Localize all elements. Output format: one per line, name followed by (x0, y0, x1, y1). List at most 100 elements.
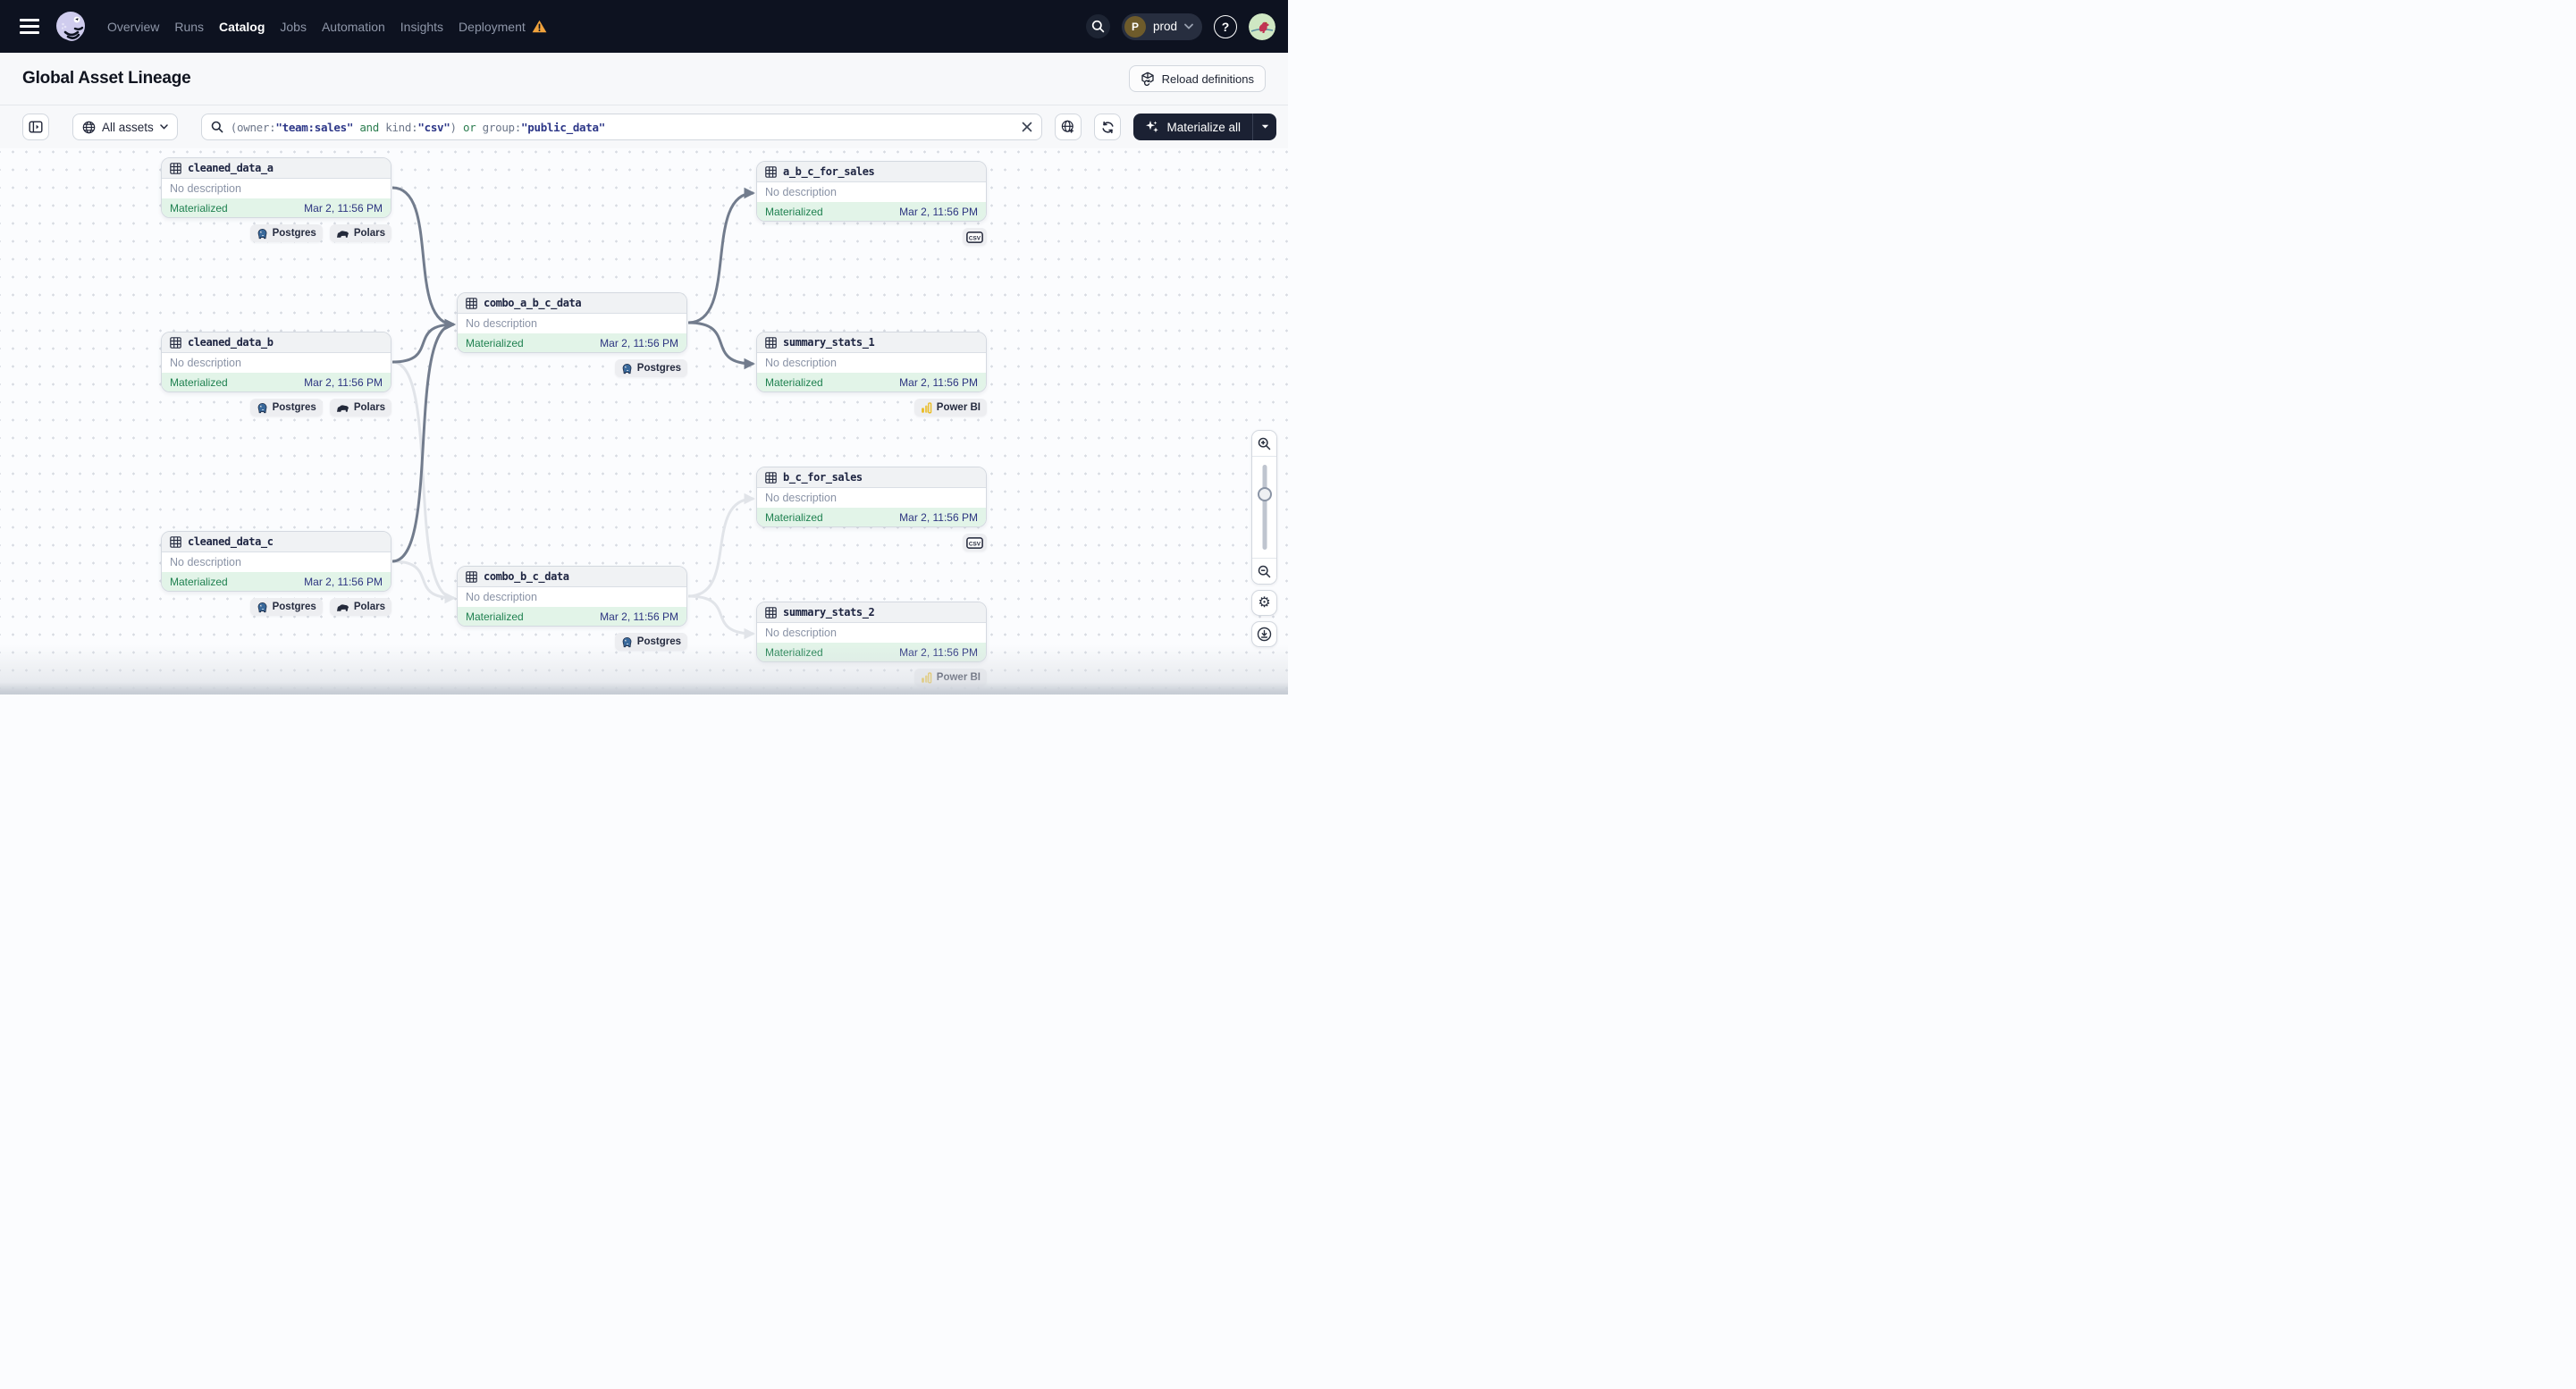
search-icon[interactable] (1085, 14, 1110, 38)
asset-node-footer: Materialized Mar 2, 11:56 PM (757, 372, 986, 391)
asset-node-header: cleaned_data_a (162, 158, 391, 179)
nav-item-catalog[interactable]: Catalog (219, 20, 265, 34)
asset-timestamp[interactable]: Mar 2, 11:56 PM (899, 511, 978, 524)
asset-node-footer: Materialized Mar 2, 11:56 PM (757, 507, 986, 526)
zoom-slider[interactable] (1252, 456, 1276, 559)
postgres-icon (621, 363, 633, 375)
share-filter-button[interactable] (1055, 114, 1082, 140)
zoom-out-button[interactable] (1252, 559, 1276, 584)
environment-initial: P (1124, 15, 1146, 38)
asset-name: cleaned_data_a (188, 162, 274, 174)
kind-tag-powerbi[interactable]: Power BI (913, 669, 987, 686)
asset-node-a_b_c_for_sales[interactable]: a_b_c_for_sales No description Materialize… (756, 161, 987, 222)
asset-node-body: No description (757, 623, 986, 643)
kind-tag-polars[interactable]: Polars (329, 224, 391, 242)
asset-node-header: b_c_for_sales (757, 467, 986, 488)
polars-icon (336, 403, 349, 413)
environment-switcher[interactable]: P prod (1121, 13, 1202, 40)
asset-node-cleaned_data_c[interactable]: cleaned_data_c No description Materialized… (161, 531, 391, 592)
query-segment: "team:sales" (275, 120, 354, 134)
sparkles-icon (1146, 121, 1159, 133)
asset-tags-combo_a_b_c_data: Postgres (457, 359, 687, 377)
nav-item-insights[interactable]: Insights (400, 20, 443, 34)
asset-timestamp[interactable]: Mar 2, 11:56 PM (600, 610, 678, 623)
csv-icon: CSV (966, 231, 983, 243)
asset-tags-a_b_c_for_sales: CSV (756, 228, 987, 246)
menu-icon[interactable] (20, 19, 39, 34)
asset-timestamp[interactable]: Mar 2, 11:56 PM (899, 206, 978, 218)
kind-tag-postgres[interactable]: Postgres (614, 633, 687, 651)
asset-node-body: No description (162, 552, 391, 572)
polars-icon (336, 229, 349, 239)
zoom-slider-handle[interactable] (1257, 487, 1272, 501)
nav-links: Overview Runs Catalog Jobs Automation Insight… (107, 20, 547, 34)
asset-timestamp[interactable]: Mar 2, 11:56 PM (304, 576, 383, 588)
asset-status: Materialized (170, 375, 228, 389)
zoom-in-button[interactable] (1252, 431, 1276, 456)
asset-tags-cleaned_data_a: Postgres Polars (161, 224, 391, 242)
asset-scope-dropdown[interactable]: All assets (72, 114, 178, 140)
nav-item-runs[interactable]: Runs (174, 20, 204, 34)
reload-definitions-button[interactable]: Reload definitions (1128, 65, 1266, 92)
asset-node-b_c_for_sales[interactable]: b_c_for_sales No description Materialized M… (756, 467, 987, 527)
kind-tag-csv[interactable]: CSV (963, 228, 987, 246)
asset-name: cleaned_data_b (188, 336, 274, 349)
asset-description: No description (170, 356, 241, 369)
asset-timestamp[interactable]: Mar 2, 11:56 PM (899, 646, 978, 659)
asset-description: No description (466, 316, 537, 330)
query-segment: or (456, 120, 483, 134)
kind-tag-postgres[interactable]: Postgres (614, 359, 687, 377)
sidebar-toggle-button[interactable] (22, 114, 49, 140)
asset-timestamp[interactable]: Mar 2, 11:56 PM (899, 376, 978, 389)
clear-filter-icon[interactable] (1022, 122, 1032, 132)
user-avatar[interactable] (1249, 13, 1275, 40)
materialize-all-button[interactable]: Materialize all (1133, 114, 1252, 140)
kind-tag-polars[interactable]: Polars (329, 598, 391, 616)
kind-tag-label: Polars (353, 602, 385, 612)
nav-item-label: Runs (174, 19, 205, 34)
edge-cleaned_data_c-to-combo_a_b_c_data (391, 318, 456, 563)
kind-tag-label: Power BI (936, 402, 981, 413)
asset-status: Materialized (466, 610, 524, 623)
asset-scope-label: All assets (102, 120, 154, 134)
nav-item-label: Automation (321, 19, 385, 34)
nav-item-deployment[interactable]: Deployment (459, 20, 547, 34)
refresh-button[interactable] (1094, 114, 1122, 140)
kind-tag-postgres[interactable]: Postgres (249, 224, 323, 242)
lineage-canvas[interactable]: cleaned_data_a No description Materialized… (0, 148, 1288, 694)
graph-settings-button[interactable]: ⚙ (1251, 590, 1277, 616)
nav-item-overview[interactable]: Overview (107, 20, 159, 34)
zoom-out-icon (1258, 565, 1271, 577)
kind-tag-polars[interactable]: Polars (329, 399, 391, 417)
powerbi-icon (921, 671, 932, 684)
help-icon[interactable]: ? (1214, 14, 1237, 38)
asset-node-cleaned_data_b[interactable]: cleaned_data_b No description Materialized… (161, 332, 391, 392)
asset-node-body: No description (162, 179, 391, 198)
asset-timestamp[interactable]: Mar 2, 11:56 PM (600, 337, 678, 349)
kind-tag-powerbi[interactable]: Power BI (913, 399, 987, 417)
kind-tag-csv[interactable]: CSV (963, 534, 987, 551)
asset-description: No description (765, 185, 837, 198)
nav-item-jobs[interactable]: Jobs (280, 20, 307, 34)
asset-node-summary_stats_1[interactable]: summary_stats_1 No description Materialize… (756, 332, 987, 392)
asset-name: b_c_for_sales (783, 471, 863, 484)
asset-tags-summary_stats_2: Power BI (756, 669, 987, 686)
kind-tag-postgres[interactable]: Postgres (249, 399, 323, 417)
asset-node-cleaned_data_a[interactable]: cleaned_data_a No description Materialized… (161, 157, 391, 218)
kind-tag-postgres[interactable]: Postgres (249, 598, 323, 616)
globe-add-icon (1062, 120, 1074, 133)
search-icon (211, 121, 223, 133)
chevron-down-icon (160, 124, 168, 130)
nav-item-automation[interactable]: Automation (322, 20, 385, 34)
asset-node-summary_stats_2[interactable]: summary_stats_2 No description Materialize… (756, 602, 987, 662)
asset-timestamp[interactable]: Mar 2, 11:56 PM (304, 202, 383, 215)
asset-timestamp[interactable]: Mar 2, 11:56 PM (304, 376, 383, 389)
download-image-button[interactable] (1251, 621, 1277, 647)
materialize-options-button[interactable] (1252, 114, 1276, 140)
asset-node-combo_b_c_data[interactable]: combo_b_c_data No description Materialized… (457, 566, 687, 627)
dagster-logo-icon[interactable] (54, 10, 88, 44)
asset-node-combo_a_b_c_data[interactable]: combo_a_b_c_data No description Materializ… (457, 292, 687, 353)
asset-filter-input[interactable]: (owner:"team:sales" and kind:"csv") or g… (200, 114, 1043, 140)
page-header: Global Asset Lineage Reload definitions (0, 53, 1288, 105)
asset-status: Materialized (170, 575, 228, 588)
